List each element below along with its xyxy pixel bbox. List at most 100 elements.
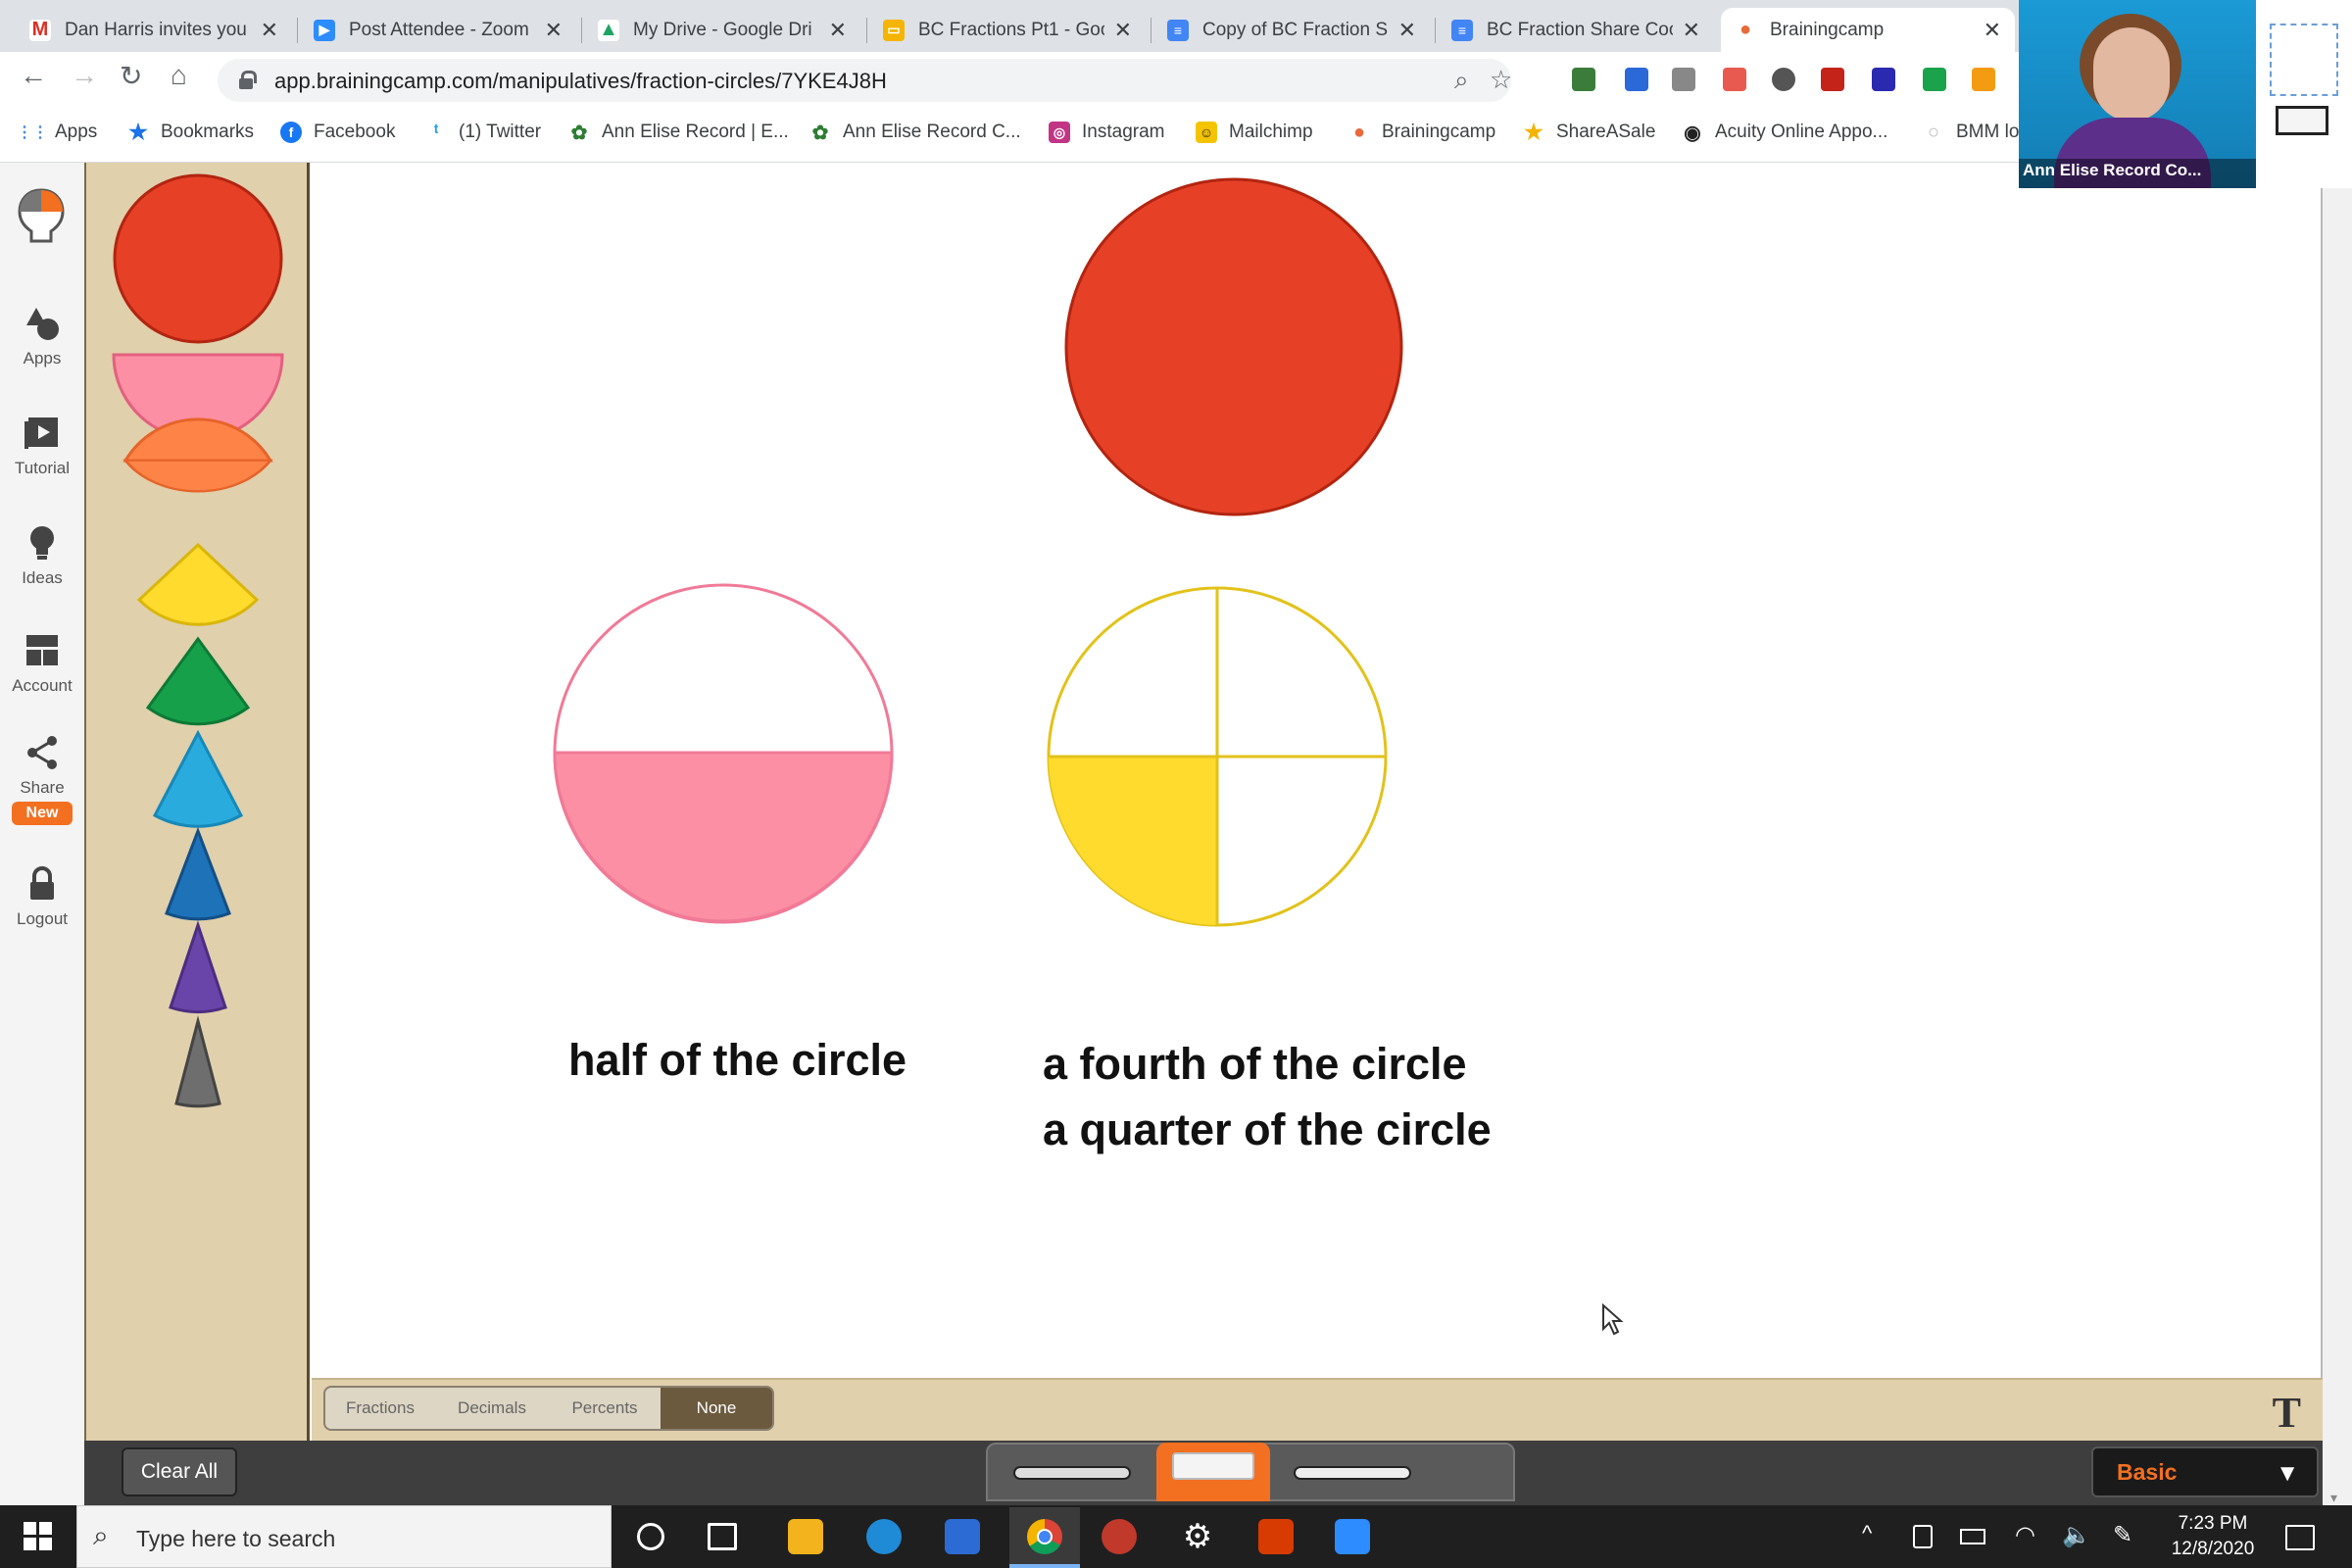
- edge-icon[interactable]: [866, 1519, 902, 1554]
- browser-tab-gmail[interactable]: M Dan Harris invites you ✕: [16, 8, 292, 52]
- office-icon[interactable]: [1258, 1519, 1294, 1554]
- browser-tab-docs-copy[interactable]: ≡ Copy of BC Fraction Sl ✕: [1153, 8, 1430, 52]
- highlighter-pen-icon[interactable]: [1294, 1466, 1411, 1480]
- battery-icon[interactable]: [1960, 1529, 1985, 1544]
- close-tab-icon[interactable]: ✕: [1683, 18, 1700, 43]
- close-tab-icon[interactable]: ✕: [1984, 18, 2001, 43]
- extension-icon[interactable]: [1723, 68, 1746, 91]
- taskbar-chrome-active[interactable]: [1009, 1507, 1080, 1568]
- pen-ink-icon[interactable]: ✎: [2113, 1521, 2132, 1549]
- file-explorer-icon[interactable]: [788, 1519, 823, 1554]
- piece-sixth[interactable]: [152, 729, 244, 828]
- piece-third-top[interactable]: [122, 417, 273, 463]
- bookmark-facebook[interactable]: f Facebook: [280, 122, 395, 143]
- bookmark-acuity[interactable]: ◉ Acuity Online Appo...: [1682, 122, 1887, 144]
- nav-logout[interactable]: Logout: [0, 866, 84, 929]
- marker-pen-icon[interactable]: [1013, 1466, 1131, 1480]
- close-tab-icon[interactable]: ✕: [1114, 18, 1132, 43]
- bookmark-twitter[interactable]: ᵗ (1) Twitter: [425, 122, 541, 143]
- workspace-canvas[interactable]: half of the circle a fourth of the circl…: [312, 163, 2323, 1378]
- bookmark-instagram[interactable]: ◎ Instagram: [1049, 122, 1164, 143]
- url-bar[interactable]: app.brainingcamp.com/manipulatives/fract…: [218, 59, 1512, 102]
- eraser-tool-active[interactable]: [1156, 1443, 1270, 1501]
- piece-twelfth[interactable]: [174, 1015, 221, 1108]
- store-icon[interactable]: [945, 1519, 980, 1554]
- text-tool-icon[interactable]: T: [2273, 1388, 2301, 1438]
- forward-arrow-icon[interactable]: →: [71, 60, 98, 91]
- extension-icon[interactable]: [1625, 68, 1648, 91]
- fourth-circle-piece[interactable]: [1049, 757, 1217, 925]
- browser-tab-brainingcamp[interactable]: ● Brainingcamp ✕: [1721, 8, 2015, 52]
- settings-gear-icon[interactable]: ⚙: [1180, 1519, 1215, 1554]
- windows-start-icon[interactable]: [24, 1522, 53, 1551]
- half-circle-piece[interactable]: [553, 751, 894, 923]
- star-icon: ★: [1523, 120, 1544, 144]
- browser-tab-docs-share[interactable]: ≡ BC Fraction Share Coo ✕: [1438, 8, 1714, 52]
- bookmark-brainingcamp[interactable]: ● Brainingcamp: [1348, 122, 1495, 143]
- nav-apps[interactable]: Apps: [0, 306, 84, 368]
- fourth-label-line1[interactable]: a fourth of the circle: [1043, 1032, 1467, 1097]
- back-arrow-icon[interactable]: ←: [20, 60, 47, 91]
- url-text[interactable]: app.brainingcamp.com/manipulatives/fract…: [274, 69, 887, 94]
- mode-none[interactable]: None: [661, 1386, 774, 1431]
- bookmark-bmm[interactable]: ○ BMM lo: [1923, 122, 2019, 143]
- fourth-label-line2[interactable]: a quarter of the circle: [1043, 1098, 1492, 1162]
- bookmark-shareasale[interactable]: ★ ShareASale: [1523, 120, 1655, 144]
- nav-account[interactable]: Account: [0, 633, 84, 696]
- close-tab-icon[interactable]: ✕: [829, 18, 847, 43]
- volume-icon[interactable]: 🔈: [2062, 1521, 2091, 1549]
- notification-icon[interactable]: [2285, 1525, 2315, 1550]
- extension-icon[interactable]: [1772, 68, 1795, 91]
- mode-fractions[interactable]: Fractions: [323, 1386, 437, 1431]
- brainingcamp-logo[interactable]: [18, 188, 65, 245]
- google-docs-icon: ≡: [1451, 19, 1473, 41]
- bookmark-ann-elise-2[interactable]: ✿ Ann Elise Record C...: [809, 122, 1021, 144]
- extension-u-icon[interactable]: [1872, 68, 1895, 91]
- piece-eighth[interactable]: [165, 826, 231, 921]
- mode-decimals[interactable]: Decimals: [435, 1386, 551, 1431]
- reload-icon[interactable]: ↻: [120, 60, 142, 92]
- close-tab-icon[interactable]: ✕: [1398, 18, 1416, 43]
- paint-icon[interactable]: [1102, 1519, 1137, 1554]
- piece-fifth[interactable]: [145, 636, 251, 726]
- cortana-icon[interactable]: [637, 1523, 664, 1550]
- zoom-app-icon[interactable]: [1335, 1519, 1370, 1554]
- extension-icon[interactable]: [1972, 68, 1995, 91]
- close-tab-icon[interactable]: ✕: [261, 18, 278, 43]
- wifi-icon[interactable]: ◠: [2015, 1521, 2035, 1549]
- mode-percents[interactable]: Percents: [549, 1386, 662, 1431]
- clear-all-button[interactable]: Clear All: [122, 1447, 237, 1496]
- taskbar-search[interactable]: ⌕ Type here to search: [76, 1505, 612, 1568]
- bookmark-ann-elise-1[interactable]: ✿ Ann Elise Record | E...: [568, 122, 789, 144]
- tray-chevron-icon[interactable]: ^: [1862, 1521, 1872, 1546]
- nav-share[interactable]: Share New: [0, 735, 84, 825]
- browser-tab-slides[interactable]: ▭ BC Fractions Pt1 - Goo ✕: [869, 8, 1146, 52]
- browser-tab-drive[interactable]: ▲ My Drive - Google Dri ✕: [584, 8, 860, 52]
- task-view-icon[interactable]: [708, 1523, 737, 1550]
- bookmark-bookmarks[interactable]: ★ Bookmarks: [127, 120, 254, 144]
- home-icon[interactable]: ⌂: [171, 60, 187, 91]
- bookmark-apps[interactable]: ⋮⋮ Apps: [17, 122, 97, 143]
- bookmark-star-icon[interactable]: ☆: [1490, 65, 1512, 95]
- extension-icon[interactable]: [1572, 68, 1595, 91]
- piece-tenth[interactable]: [169, 920, 227, 1013]
- tray-device-icon[interactable]: [1913, 1525, 1933, 1548]
- zoom-magnifier-icon[interactable]: ⌕: [1454, 65, 1469, 96]
- bookmark-mailchimp[interactable]: ☺ Mailchimp: [1196, 122, 1313, 143]
- extension-shield-icon[interactable]: [1923, 68, 1946, 91]
- scroll-down-icon[interactable]: ▾: [2330, 1490, 2337, 1506]
- whole-circle[interactable]: [1064, 177, 1403, 516]
- piece-fourth[interactable]: [136, 542, 260, 626]
- half-label[interactable]: half of the circle: [568, 1028, 906, 1093]
- piece-whole[interactable]: [113, 173, 283, 344]
- close-tab-icon[interactable]: ✕: [545, 18, 563, 43]
- nav-tutorial[interactable]: Tutorial: [0, 416, 84, 478]
- adobe-acrobat-icon[interactable]: [1821, 68, 1844, 91]
- nav-ideas[interactable]: Ideas: [0, 525, 84, 588]
- browser-tab-zoom[interactable]: ▶ Post Attendee - Zoom ✕: [300, 8, 576, 52]
- extension-g-icon[interactable]: [1672, 68, 1695, 91]
- mode-select-dropdown[interactable]: Basic ▼: [2091, 1446, 2319, 1497]
- zoom-video-overlay[interactable]: Ann Elise Record Co...: [2019, 0, 2352, 188]
- taskbar-clock[interactable]: 7:23 PM 12/8/2020: [2156, 1511, 2270, 1562]
- page-scrollbar[interactable]: ▾: [2323, 163, 2352, 1505]
